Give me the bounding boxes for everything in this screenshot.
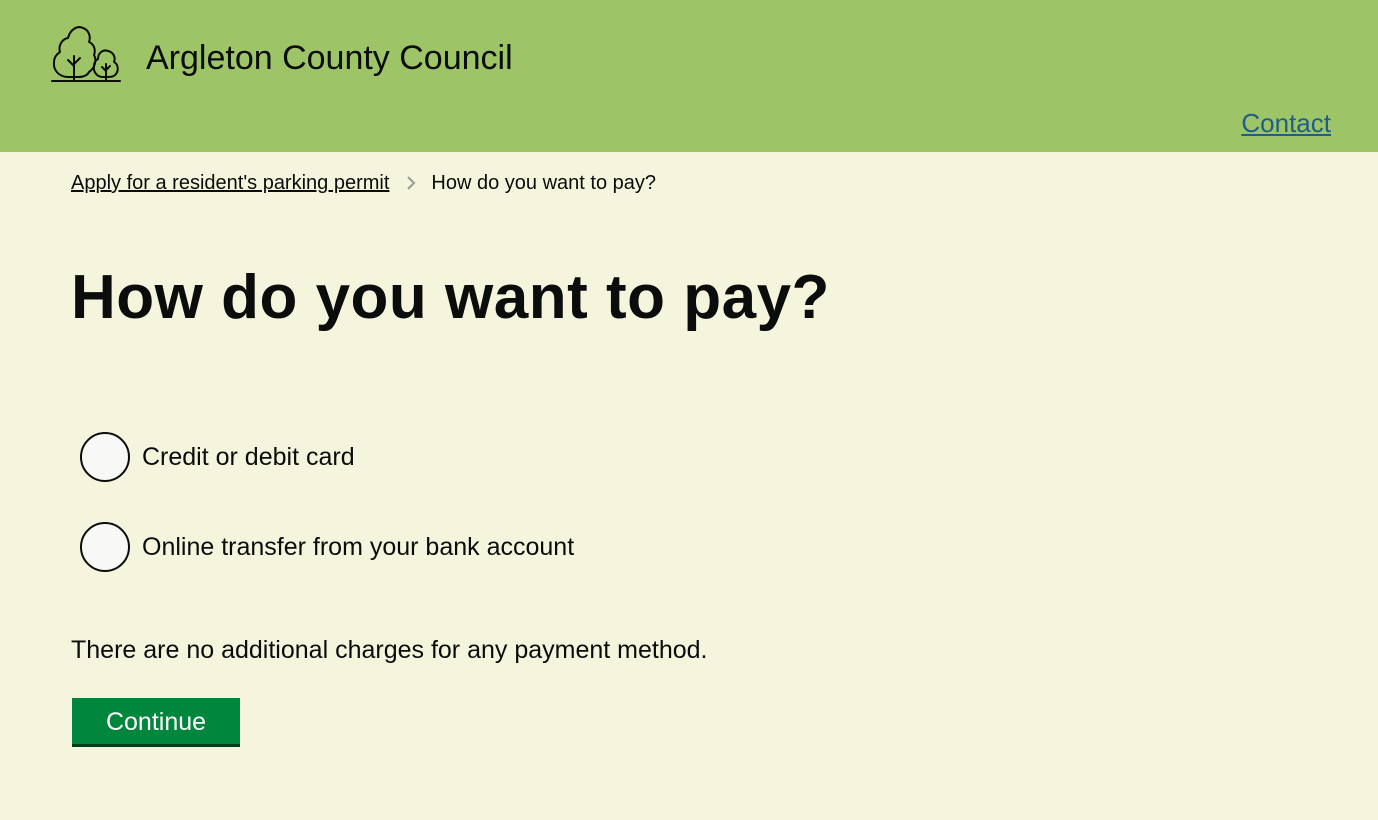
trees-logo-icon[interactable] [50, 22, 122, 84]
radio-label-card[interactable]: Credit or debit card [142, 442, 355, 472]
radio-option-bank-transfer[interactable]: Online transfer from your bank account [80, 522, 574, 572]
radio-button-bank-transfer[interactable] [80, 522, 130, 572]
radio-label-bank-transfer[interactable]: Online transfer from your bank account [142, 532, 574, 562]
chevron-right-icon [407, 176, 416, 190]
payment-hint-text: There are no additional charges for any … [71, 636, 708, 664]
breadcrumb-current: How do you want to pay? [431, 172, 657, 194]
org-name: Argleton County Council [146, 39, 513, 77]
contact-link[interactable]: Contact [1241, 107, 1331, 139]
continue-button[interactable]: Continue [72, 698, 240, 747]
breadcrumb-link-parking-permit[interactable]: Apply for a resident's parking permit [71, 170, 389, 196]
radio-option-card[interactable]: Credit or debit card [80, 432, 355, 482]
radio-button-card[interactable] [80, 432, 130, 482]
site-header: Argleton County Council Contact [0, 0, 1378, 152]
page-title: How do you want to pay? [71, 263, 830, 332]
breadcrumb: Apply for a resident's parking permit Ho… [71, 170, 656, 196]
